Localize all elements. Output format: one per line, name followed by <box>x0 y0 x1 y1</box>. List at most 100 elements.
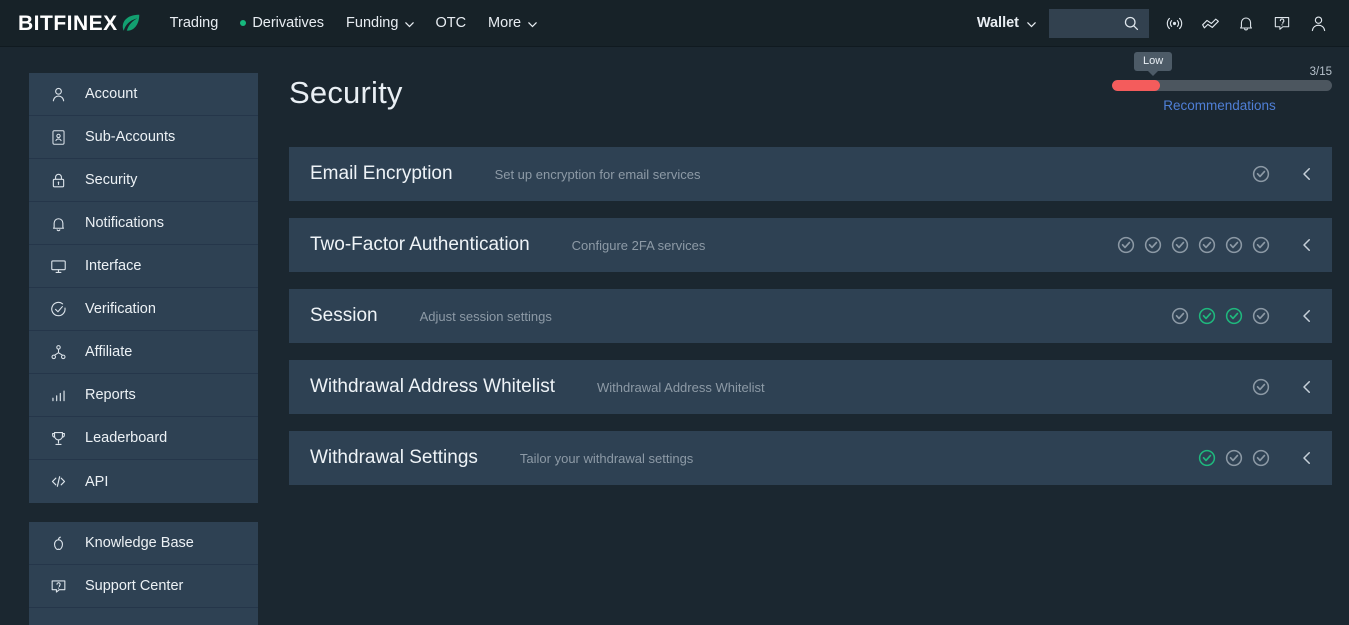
bar-chart-icon <box>48 385 68 405</box>
nav-item-derivatives[interactable]: Derivatives <box>240 15 324 31</box>
check-circle-icon-off <box>1225 236 1243 254</box>
sidebar-item-knowledge-base[interactable]: Knowledge Base <box>29 522 258 565</box>
handshake-icon[interactable] <box>1199 12 1221 34</box>
sidebar-item-affiliate[interactable]: Affiliate <box>29 331 258 374</box>
card-title: Two-Factor Authentication <box>310 234 530 255</box>
sidebar-item-label: Account <box>85 86 138 102</box>
nav-item-trading[interactable]: Trading <box>170 15 219 31</box>
broadcast-icon[interactable] <box>1163 12 1185 34</box>
sidebar-group-support: Knowledge Base Support Center <box>29 522 258 625</box>
score-progress-fill <box>1112 80 1161 91</box>
sidebar-item-interface[interactable]: Interface <box>29 245 258 288</box>
bell-icon <box>48 213 68 233</box>
card-subtitle: Tailor your withdrawal settings <box>519 450 694 466</box>
sidebar-item-support-center[interactable]: Support Center <box>29 565 258 608</box>
check-circle-icon-on <box>1198 449 1216 467</box>
wallet-label: Wallet <box>976 15 1019 31</box>
chevron-left-icon[interactable] <box>1295 446 1319 470</box>
security-card-withdrawal-address-whitelist[interactable]: Withdrawal Address Whitelist Withdrawal … <box>289 360 1332 414</box>
security-card-two-factor-authentication[interactable]: Two-Factor Authentication Configure 2FA … <box>289 218 1332 272</box>
nav-label: Funding <box>346 15 399 31</box>
nav-item-more[interactable]: More <box>488 15 537 31</box>
card-title: Withdrawal Settings <box>310 447 478 468</box>
apple-icon <box>48 533 68 553</box>
page-header: Security Low 3/15 Recommendations <box>289 47 1332 147</box>
bitfinex-logo[interactable]: BITFINEX <box>18 12 142 34</box>
search-input[interactable] <box>1063 16 1123 30</box>
check-circle-icon-off <box>1252 449 1270 467</box>
card-subtitle: Adjust session settings <box>419 308 552 324</box>
trophy-icon <box>48 428 68 448</box>
check-circle-icon-off <box>1144 236 1162 254</box>
check-circle-icon-on <box>1225 307 1243 325</box>
sidebar-item-reports[interactable]: Reports <box>29 374 258 417</box>
bell-icon[interactable] <box>1235 12 1257 34</box>
sidebar-item-account[interactable]: Account <box>29 73 258 116</box>
sidebar-item-label: Security <box>85 172 138 188</box>
sidebar-item-security[interactable]: Security <box>29 159 258 202</box>
nav-item-otc[interactable]: OTC <box>435 15 466 31</box>
sidebar-item-notifications[interactable]: Notifications <box>29 202 258 245</box>
sidebar-item-api[interactable]: API <box>29 460 258 503</box>
search-box[interactable] <box>1049 8 1149 38</box>
sidebar-item-label: Interface <box>85 258 142 274</box>
sidebar-item-sub-accounts[interactable]: Sub-Accounts <box>29 116 258 159</box>
sidebar-group-account: Account Sub-Accounts Security Notificati… <box>29 73 258 503</box>
score-progress-bar <box>1112 80 1332 91</box>
card-status-icons <box>1252 375 1319 399</box>
score-level-badge: Low <box>1134 52 1173 71</box>
card-status-icons <box>1117 233 1319 257</box>
sidebar-item-verification[interactable]: Verification <box>29 288 258 331</box>
sidebar-item-label: Reports <box>85 387 136 403</box>
chevron-left-icon[interactable] <box>1295 233 1319 257</box>
primary-nav: Trading Derivatives Funding OTC More <box>170 15 537 31</box>
id-card-icon <box>48 127 68 147</box>
logo-text: BITFINEX <box>18 11 118 35</box>
security-card-session[interactable]: Session Adjust session settings <box>289 289 1332 343</box>
chevron-left-icon[interactable] <box>1295 375 1319 399</box>
page-title: Security <box>289 75 403 110</box>
check-circle-icon-on <box>1198 307 1216 325</box>
sidebar-item-label: Verification <box>85 301 156 317</box>
chevron-down-icon <box>1026 19 1036 28</box>
sidebar-item-label: Notifications <box>85 215 164 231</box>
search-icon[interactable] <box>1123 15 1140 32</box>
user-avatar-icon[interactable] <box>1307 12 1329 34</box>
check-circle-icon-off <box>1252 165 1270 183</box>
page-layout: Account Sub-Accounts Security Notificati… <box>0 47 1349 625</box>
check-circle-icon-off <box>1171 307 1189 325</box>
sidebar-item-label: Support Center <box>85 578 184 594</box>
security-card-email-encryption[interactable]: Email Encryption Set up encryption for e… <box>289 147 1332 201</box>
chevron-left-icon[interactable] <box>1295 162 1319 186</box>
chevron-down-icon <box>404 19 415 28</box>
chevron-left-icon[interactable] <box>1295 304 1319 328</box>
wallet-menu[interactable]: Wallet <box>976 15 1036 31</box>
sidebar-item-leaderboard[interactable]: Leaderboard <box>29 417 258 460</box>
check-circle-icon-off <box>1225 449 1243 467</box>
card-status-icons <box>1198 446 1319 470</box>
card-subtitle: Withdrawal Address Whitelist <box>596 379 765 395</box>
sidebar-item-label: API <box>85 473 109 490</box>
main-content: Security Low 3/15 Recommendations Email … <box>258 47 1349 625</box>
code-icon <box>48 472 68 492</box>
top-navigation-bar: BITFINEX Trading Derivatives Funding OTC… <box>0 0 1349 47</box>
card-status-icons <box>1252 162 1319 186</box>
user-icon <box>48 84 68 104</box>
status-dot-icon <box>240 20 247 26</box>
monitor-icon <box>48 256 68 276</box>
help-circle-icon[interactable] <box>1271 12 1293 34</box>
score-count-label: 3/15 <box>1309 66 1332 78</box>
recommendations-link[interactable]: Recommendations <box>1107 98 1332 113</box>
card-title: Withdrawal Address Whitelist <box>310 376 555 397</box>
sidebar-item-partial[interactable] <box>29 608 258 625</box>
card-title: Email Encryption <box>310 163 453 184</box>
card-status-icons <box>1171 304 1319 328</box>
check-circle-icon-off <box>1117 236 1135 254</box>
security-card-withdrawal-settings[interactable]: Withdrawal Settings Tailor your withdraw… <box>289 431 1332 485</box>
nav-label: Derivatives <box>252 15 325 31</box>
check-circle-icon-off <box>1198 236 1216 254</box>
card-subtitle: Configure 2FA services <box>571 237 706 253</box>
nav-item-funding[interactable]: Funding <box>346 15 415 31</box>
nav-label: More <box>488 15 522 31</box>
sidebar-item-label: Affiliate <box>85 344 133 360</box>
